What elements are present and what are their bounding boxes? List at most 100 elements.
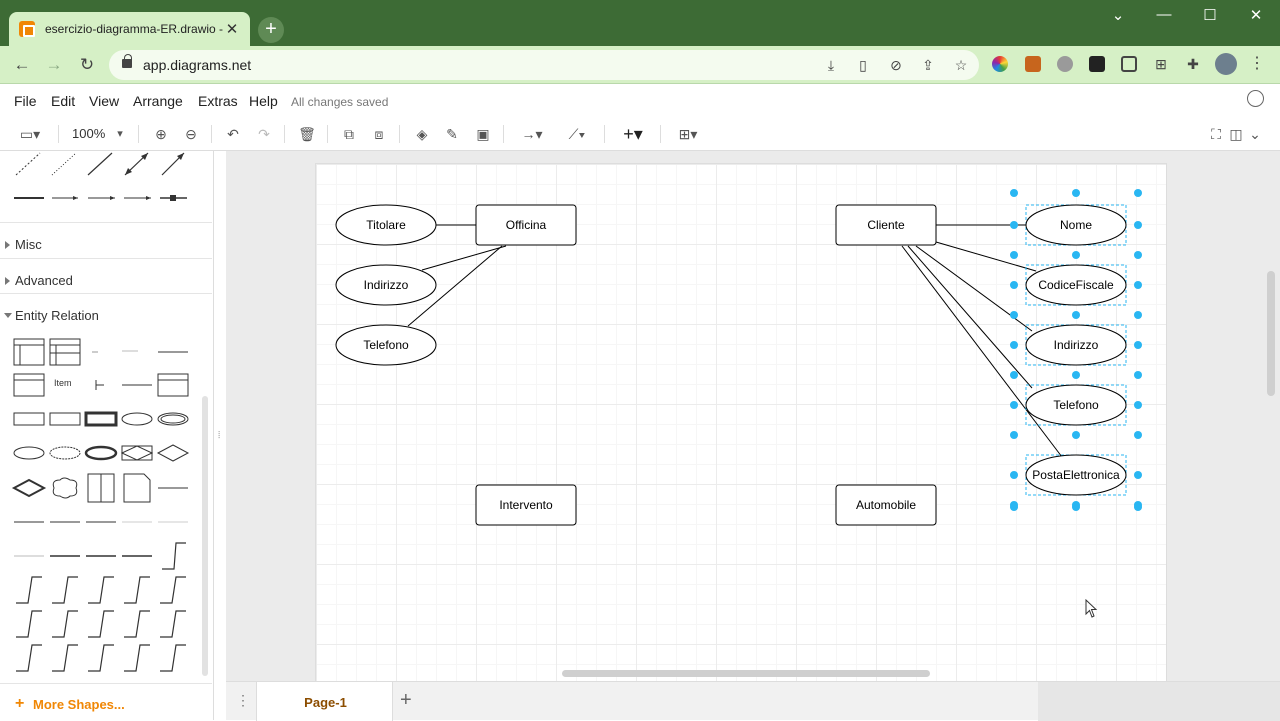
screenshot-icon[interactable] xyxy=(1121,56,1137,72)
resize-handle[interactable] xyxy=(1072,503,1080,511)
line-shapes-palette[interactable] xyxy=(0,151,212,226)
puzzle-icon[interactable]: ✚ xyxy=(1185,56,1201,72)
menu-arrange[interactable]: Arrange xyxy=(133,93,183,109)
zoom-in-icon[interactable]: ⊕ xyxy=(151,124,171,144)
menu-file[interactable]: File xyxy=(14,93,37,109)
extension-icon[interactable] xyxy=(1025,56,1041,72)
format-panel-toggle-icon[interactable]: ▭▾ xyxy=(13,124,47,144)
entity-relation-palette[interactable]: Item xyxy=(0,331,200,676)
resize-handle[interactable] xyxy=(1010,431,1018,439)
menu-extras[interactable]: Extras xyxy=(198,93,238,109)
entity-cliente[interactable]: Cliente xyxy=(835,204,937,246)
attribute-titolare[interactable]: Titolare xyxy=(335,204,437,246)
delete-icon[interactable]: 🗑 xyxy=(297,124,317,144)
horizontal-scrollbar[interactable] xyxy=(562,670,930,677)
resize-handle[interactable] xyxy=(1072,431,1080,439)
zoom-caret-icon[interactable]: ▾ xyxy=(114,124,126,144)
add-page-button[interactable]: + xyxy=(400,689,412,712)
section-entity-relation[interactable]: Entity Relation xyxy=(0,293,212,328)
resize-handle[interactable] xyxy=(1010,471,1018,479)
menu-help[interactable]: Help xyxy=(249,93,278,109)
share-icon[interactable]: ⇪ xyxy=(919,56,937,74)
waypoint-style-icon[interactable]: ⟋▾ xyxy=(560,124,594,144)
resize-handle[interactable] xyxy=(1134,503,1142,511)
resize-handle[interactable] xyxy=(1134,221,1142,229)
section-advanced[interactable]: Advanced xyxy=(0,258,212,293)
pages-menu-icon[interactable]: ⋮ xyxy=(236,692,250,710)
resize-handle[interactable] xyxy=(1010,281,1018,289)
resize-handle[interactable] xyxy=(1134,281,1142,289)
attribute-postaelettronica[interactable]: PostaElettronica xyxy=(1025,454,1127,496)
power-extension-icon[interactable] xyxy=(1057,56,1073,72)
resize-handle[interactable] xyxy=(1010,221,1018,229)
panel-splitter-handle[interactable]: ⦙ xyxy=(218,430,220,441)
sidebar-scrollbar[interactable] xyxy=(202,396,208,676)
resize-handle[interactable] xyxy=(1010,341,1018,349)
menu-view[interactable]: View xyxy=(89,93,119,109)
entity-intervento[interactable]: Intervento xyxy=(475,484,577,526)
minimize-button[interactable]: — xyxy=(1152,6,1176,26)
to-back-icon[interactable]: ⧈ xyxy=(369,124,389,144)
resize-handle[interactable] xyxy=(1134,189,1142,197)
install-app-icon[interactable]: ⤓ xyxy=(822,56,840,74)
resize-handle[interactable] xyxy=(1134,251,1142,259)
attribute-telefono[interactable]: Telefono xyxy=(335,324,437,366)
resize-handle[interactable] xyxy=(1072,251,1080,259)
insert-plus-icon[interactable]: +▾ xyxy=(615,124,651,144)
to-front-icon[interactable]: ⧉ xyxy=(339,124,359,144)
restore-button[interactable]: ☐ xyxy=(1198,6,1222,26)
menu-edit[interactable]: Edit xyxy=(51,93,75,109)
attribute-indirizzo[interactable]: Indirizzo xyxy=(1025,324,1127,366)
url-text[interactable]: app.diagrams.net xyxy=(143,57,251,73)
forward-arrow-icon[interactable]: → xyxy=(44,55,64,75)
resize-handle[interactable] xyxy=(1072,189,1080,197)
close-window-button[interactable]: ✕ xyxy=(1244,6,1268,26)
fill-color-icon[interactable]: ◈ xyxy=(412,124,432,144)
entity-automobile[interactable]: Automobile xyxy=(835,484,937,526)
connection-style-icon[interactable]: →▾ xyxy=(515,124,549,144)
undo-icon[interactable]: ↶ xyxy=(223,124,243,144)
resize-handle[interactable] xyxy=(1134,311,1142,319)
capture-icon[interactable]: ⊞ xyxy=(1153,56,1169,72)
browser-tab[interactable]: esercizio-diagramma-ER.drawio - ✕ xyxy=(9,12,250,46)
avatar[interactable] xyxy=(1215,53,1237,75)
zoom-out-icon[interactable]: ⊖ xyxy=(181,124,201,144)
page-tab[interactable]: Page-1 xyxy=(256,682,393,721)
tab-close-button[interactable]: ✕ xyxy=(224,20,240,38)
terminal-extension-icon[interactable] xyxy=(1089,56,1105,72)
resize-handle[interactable] xyxy=(1134,341,1142,349)
fullscreen-icon[interactable]: ⛶ xyxy=(1206,124,1226,144)
attribute-indirizzo[interactable]: Indirizzo xyxy=(335,264,437,306)
diagram-canvas[interactable]: Officina Cliente Intervento Automobile T… xyxy=(226,151,1280,681)
omnibox[interactable]: app.diagrams.net ⤓ ▯ ⊘ ⇪ ☆ xyxy=(109,50,979,80)
reload-icon[interactable]: ↻ xyxy=(77,55,97,75)
resize-handle[interactable] xyxy=(1134,371,1142,379)
resize-handle[interactable] xyxy=(1010,503,1018,511)
split-panel-icon[interactable]: ◫ xyxy=(1228,124,1244,144)
collapse-icon[interactable]: ⌄ xyxy=(1247,124,1263,144)
color-extension-icon[interactable] xyxy=(992,56,1008,72)
table-icon[interactable]: ⊞▾ xyxy=(671,124,705,144)
resize-handle[interactable] xyxy=(1010,311,1018,319)
resize-handle[interactable] xyxy=(1134,401,1142,409)
resize-handle[interactable] xyxy=(1072,311,1080,319)
browser-menu-icon[interactable]: ⋮ xyxy=(1249,56,1265,72)
resize-handle[interactable] xyxy=(1010,251,1018,259)
zoom-level[interactable]: 100% xyxy=(72,124,105,144)
vertical-scrollbar[interactable] xyxy=(1267,271,1275,396)
more-shapes-button[interactable]: + More Shapes... xyxy=(0,683,212,720)
attribute-nome[interactable]: Nome xyxy=(1025,204,1127,246)
new-tab-button[interactable]: + xyxy=(258,17,284,43)
resize-handle[interactable] xyxy=(1010,401,1018,409)
entity-officina[interactable]: Officina xyxy=(475,204,577,246)
language-globe-icon[interactable] xyxy=(1247,90,1264,107)
shadow-icon[interactable]: ▣ xyxy=(473,124,493,144)
back-arrow-icon[interactable]: ← xyxy=(12,55,32,75)
resize-handle[interactable] xyxy=(1010,371,1018,379)
resize-handle[interactable] xyxy=(1134,471,1142,479)
eye-off-icon[interactable]: ⊘ xyxy=(887,56,905,74)
tab-search-button[interactable]: ⌄ xyxy=(1106,6,1130,26)
resize-handle[interactable] xyxy=(1134,431,1142,439)
bookmark-star-icon[interactable]: ☆ xyxy=(952,56,970,74)
line-color-icon[interactable]: ✎ xyxy=(442,124,462,144)
